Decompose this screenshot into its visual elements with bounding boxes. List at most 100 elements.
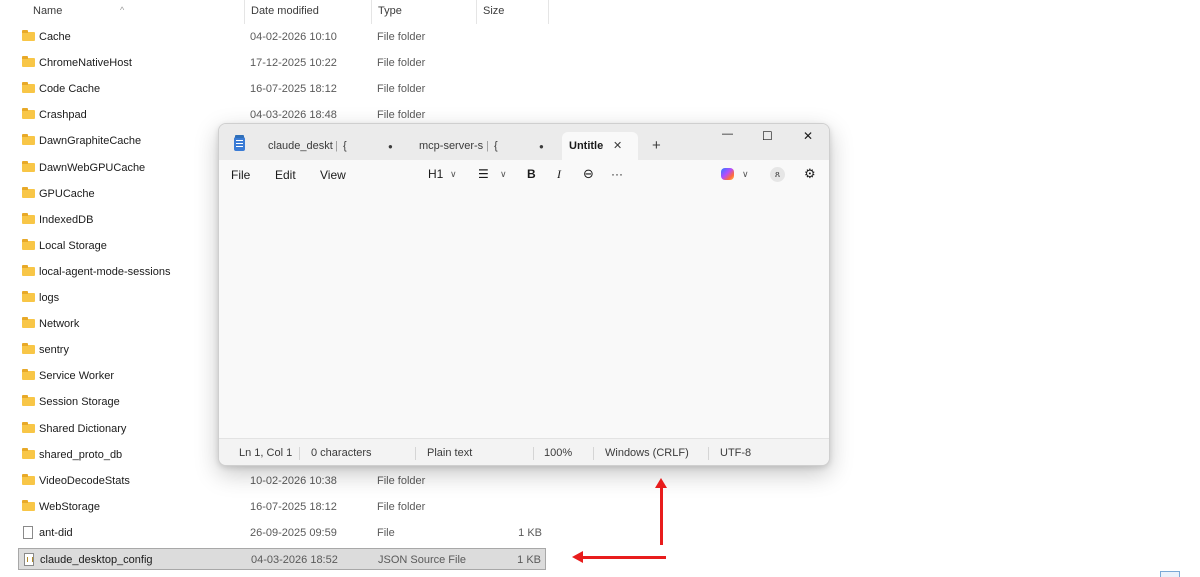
tab-preview: { [343, 140, 347, 152]
folder-icon [22, 108, 35, 120]
folder-icon [22, 186, 35, 198]
file-type: File folder [377, 109, 426, 122]
file-name: claude_desktop_config [40, 554, 153, 566]
annotation-arrow-up [655, 478, 667, 545]
folder-icon [22, 317, 35, 329]
date-modified: 16-07-2025 18:12 [250, 500, 337, 513]
tab-mcp-server[interactable]: mcp-server-s | { ● [409, 134, 559, 160]
tab-preview: { [494, 140, 498, 152]
file-name: Service Worker [39, 370, 114, 383]
menu-edit[interactable]: Edit [275, 168, 296, 182]
cursor-position[interactable]: Ln 1, Col 1 [239, 447, 292, 459]
copilot-icon[interactable] [721, 168, 734, 180]
more-icon[interactable]: ··· [611, 167, 623, 181]
file-row[interactable]: ant-did 26-09-2025 09:59 File 1 KB [18, 522, 546, 544]
list-icon[interactable]: ☰ [478, 167, 489, 181]
date-modified: 17-12-2025 10:22 [250, 57, 337, 70]
text-editor-area[interactable] [219, 188, 829, 438]
column-divider[interactable] [476, 0, 477, 24]
folder-icon [22, 264, 35, 276]
date-modified: 26-09-2025 09:59 [250, 526, 337, 539]
date-modified: 10-02-2026 10:38 [250, 474, 337, 487]
date-modified: 04-03-2026 18:52 [251, 554, 338, 566]
encoding[interactable]: UTF-8 [720, 447, 751, 459]
menu-toolbar-bar: File Edit View H1 ∨ ☰ ∨ B I ⊖ ··· ∨ ጸ ⚙ [219, 160, 829, 188]
file-type: File folder [377, 57, 426, 70]
column-header-name[interactable]: Name [33, 5, 62, 17]
file-type: File [377, 526, 395, 539]
file-name: DawnGraphiteCache [39, 135, 142, 148]
file-name: sentry [39, 344, 69, 357]
folder-icon [22, 447, 35, 459]
file-row[interactable]: WebStorage 16-07-2025 18:12 File folder [18, 496, 546, 518]
gear-icon[interactable]: ⚙ [804, 166, 816, 182]
profile-icon[interactable]: ጸ [770, 167, 785, 182]
character-count: 0 characters [311, 447, 372, 459]
file-name: Local Storage [39, 239, 107, 252]
file-row[interactable]: Cache 04-02-2026 10:10 File folder [18, 26, 546, 48]
folder-icon [22, 395, 35, 407]
folder-icon [22, 291, 35, 302]
file-type: JSON Source File [378, 554, 467, 566]
file-name: logs [39, 292, 60, 304]
column-header-row: ^ Name Date modified Type Size [0, 0, 550, 24]
file-name: ChromeNativeHost [39, 57, 132, 70]
tab-claude-desktop-config[interactable]: claude_deskt | { ● [259, 134, 409, 160]
close-icon[interactable]: ✕ [803, 129, 813, 143]
column-divider[interactable] [371, 0, 372, 24]
tab-divider: | [335, 140, 338, 152]
tab-bar: claude_deskt | { ● mcp-server-s | { ● Un… [219, 124, 829, 160]
zoom-level[interactable]: 100% [544, 447, 572, 459]
file-type: File folder [377, 474, 426, 487]
json-file-icon [24, 553, 34, 566]
folder-icon [22, 369, 35, 381]
folder-icon [22, 212, 35, 224]
file-name: Shared Dictionary [39, 422, 127, 435]
file-name: Network [39, 318, 80, 331]
file-row[interactable]: Code Cache 16-07-2025 18:12 File folder [18, 78, 546, 100]
line-ending[interactable]: Windows (CRLF) [605, 447, 689, 459]
menu-file[interactable]: File [231, 168, 250, 182]
menu-view[interactable]: View [320, 168, 346, 182]
italic-icon[interactable]: I [557, 167, 561, 182]
status-divider [593, 447, 594, 460]
file-type: File folder [377, 31, 426, 43]
date-modified: 04-02-2026 10:10 [250, 31, 337, 43]
unsaved-dot-icon: ● [388, 142, 393, 151]
folder-icon [22, 30, 35, 41]
file-row[interactable]: VideoDecodeStats 10-02-2026 10:38 File fol… [18, 470, 546, 492]
folder-icon [22, 343, 35, 355]
file-name: Cache [39, 31, 71, 43]
status-bar: Ln 1, Col 1 0 characters Plain text 100%… [219, 438, 829, 465]
column-header-size[interactable]: Size [483, 5, 504, 17]
tab-untitled[interactable]: Untitle ✕ [562, 132, 638, 160]
column-divider[interactable] [548, 0, 549, 24]
file-name: shared_proto_db [39, 448, 123, 461]
file-name: VideoDecodeStats [39, 474, 130, 487]
file-row[interactable]: ChromeNativeHost 17-12-2025 10:22 File fol… [18, 52, 546, 74]
column-header-date[interactable]: Date modified [251, 5, 319, 17]
minimize-icon[interactable]: — [722, 128, 733, 140]
close-tab-icon[interactable]: ✕ [613, 139, 622, 152]
file-row[interactable]: claude_desktop_config 04-03-2026 18:52 JSO… [18, 548, 546, 570]
chevron-down-icon[interactable]: ∨ [742, 169, 749, 180]
bold-icon[interactable]: B [527, 167, 536, 181]
folder-icon [22, 134, 35, 146]
notepad-app-icon [234, 135, 245, 151]
heading-button[interactable]: H1 [428, 167, 443, 181]
chevron-down-icon[interactable]: ∨ [500, 169, 507, 180]
chevron-down-icon[interactable]: ∨ [450, 169, 457, 180]
file-icon [23, 525, 33, 539]
folder-icon [22, 421, 35, 433]
notepad-window[interactable]: claude_deskt | { ● mcp-server-s | { ● Un… [218, 123, 830, 466]
file-name: DawnWebGPUCache [39, 161, 146, 174]
column-header-type[interactable]: Type [378, 5, 402, 17]
folder-icon [22, 473, 35, 485]
tab-divider: | [486, 140, 489, 152]
file-name: Crashpad [39, 109, 87, 122]
link-icon[interactable]: ⊖ [583, 166, 594, 182]
maximize-icon[interactable]: ☐ [762, 129, 773, 143]
column-divider[interactable] [244, 0, 245, 24]
text-format[interactable]: Plain text [427, 447, 472, 459]
file-name: WebStorage [39, 500, 100, 513]
